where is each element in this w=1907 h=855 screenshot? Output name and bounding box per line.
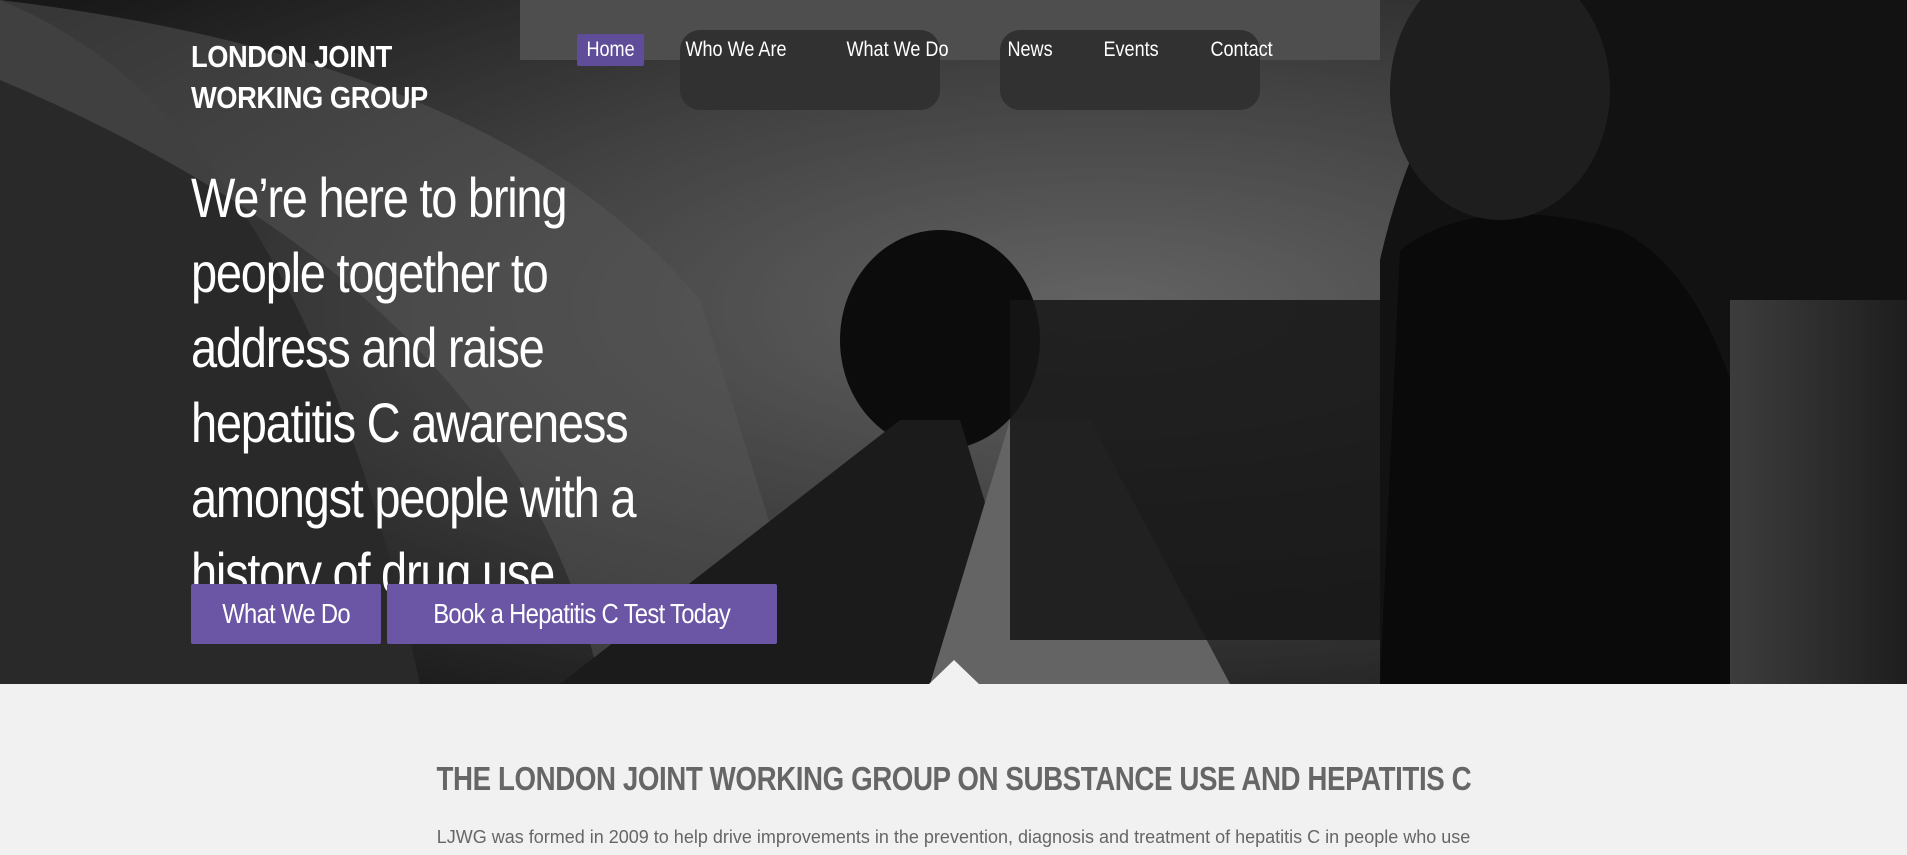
section-notch (928, 660, 980, 685)
logo-line-1: LONDON JOINT (191, 39, 392, 74)
site-logo[interactable]: LONDON JOINT WORKING GROUP (191, 36, 428, 118)
nav-item-news[interactable]: News (998, 34, 1062, 66)
section-title: THE LONDON JOINT WORKING GROUP ON SUBSTA… (0, 760, 1907, 798)
section-title-text: THE LONDON JOINT WORKING GROUP ON SUBSTA… (436, 760, 1471, 797)
hero-headline: We’re here to bring people together to a… (191, 166, 637, 604)
nav-item-who-we-are[interactable]: Who We Are (676, 34, 796, 66)
nav-item-events[interactable]: Events (1094, 34, 1168, 66)
hero-banner: LONDON JOINT WORKING GROUP Home Who We A… (0, 0, 1907, 684)
nav-item-what-we-do[interactable]: What We Do (837, 34, 958, 66)
logo-line-2: WORKING GROUP (191, 80, 428, 115)
section-intro: LJWG was formed in 2009 to help drive im… (436, 827, 1471, 847)
nav-item-contact[interactable]: Contact (1201, 34, 1282, 66)
book-test-button-label: Book a Hepatitis C Test Today (433, 598, 731, 629)
hero-buttons: What We Do Book a Hepatitis C Test Today (191, 584, 783, 644)
nav-item-home[interactable]: Home (577, 34, 645, 66)
book-test-button[interactable]: Book a Hepatitis C Test Today (387, 584, 777, 644)
main-nav: Home Who We Are What We Do News Events C… (577, 34, 1316, 66)
what-we-do-button-label: What We Do (222, 598, 350, 629)
what-we-do-button[interactable]: What We Do (191, 584, 382, 644)
